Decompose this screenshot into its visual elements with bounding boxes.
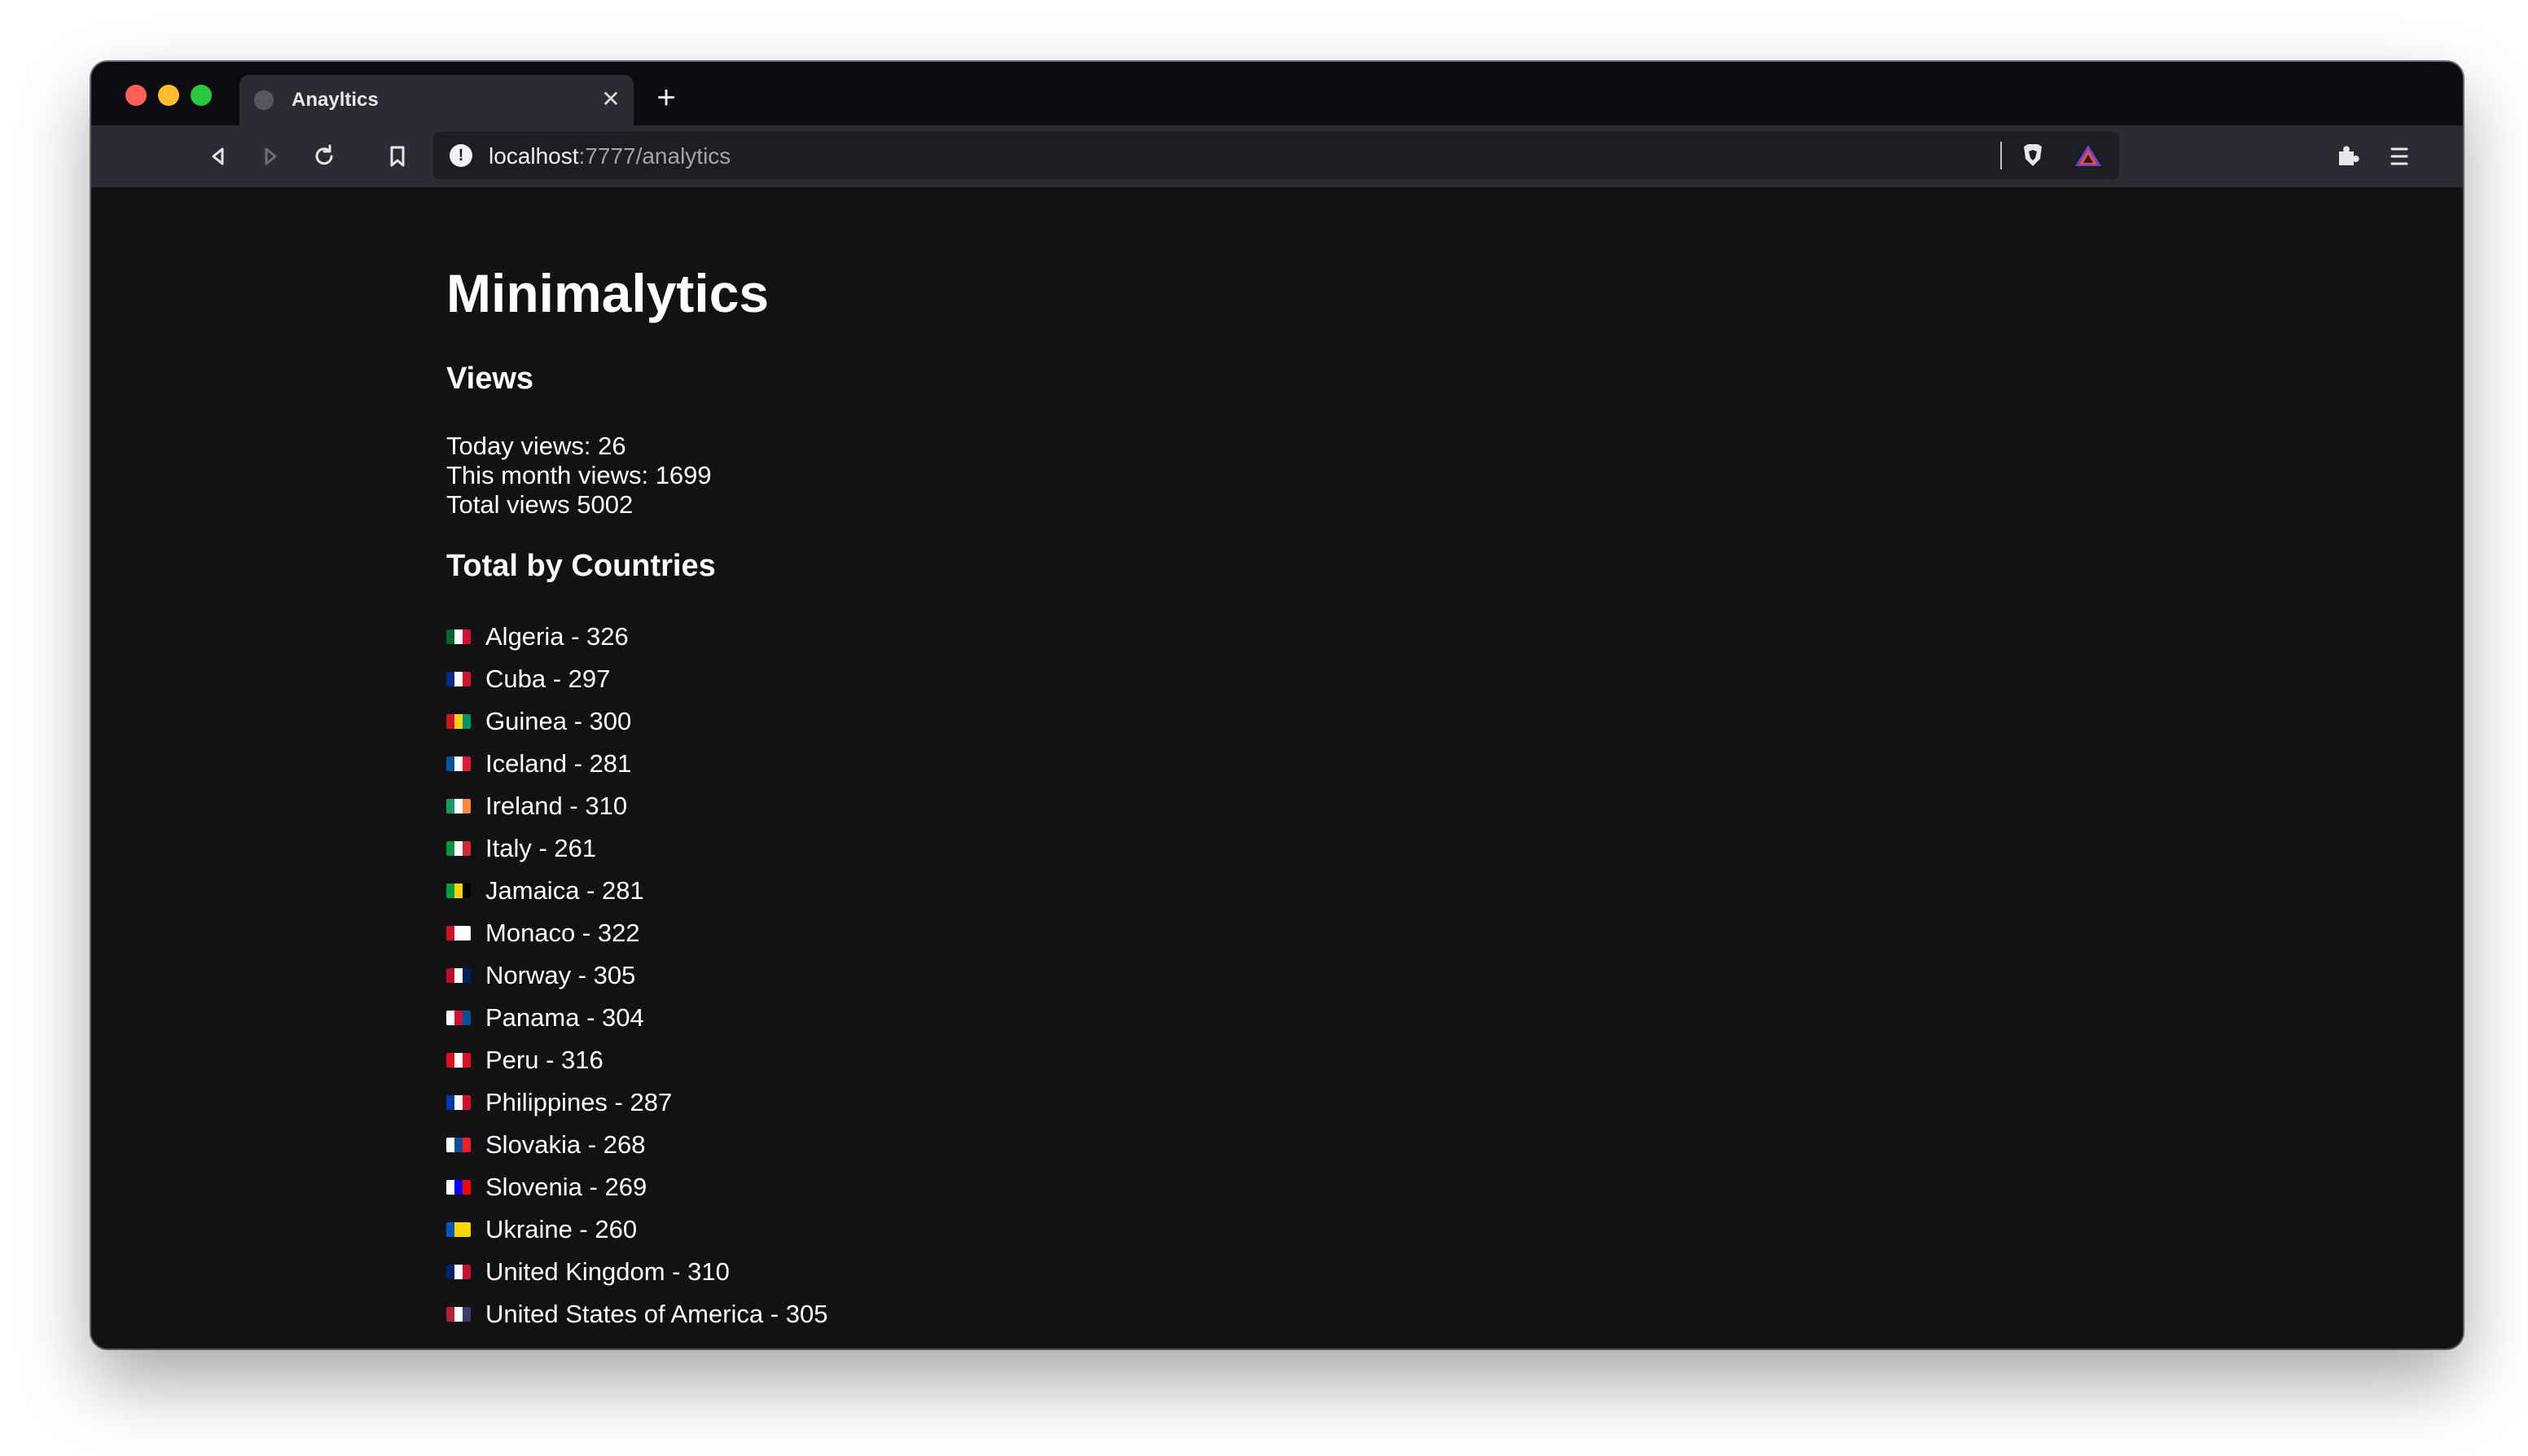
globe-icon (254, 90, 274, 110)
puzzle-icon (2339, 146, 2359, 165)
philippines-flag-icon (446, 1095, 471, 1110)
iceland-flag-icon (446, 757, 471, 771)
list-item: Guinea - 300 (446, 700, 827, 743)
list-item: Slovakia - 268 (446, 1124, 827, 1166)
country-label: United States of America - 305 (485, 1300, 828, 1328)
list-item: Ukraine - 260 (446, 1208, 827, 1251)
page-content: Minimalytics Views Today views: 26 This … (91, 187, 2463, 1349)
list-item: Monaco - 322 (446, 912, 827, 954)
country-label: Peru - 316 (485, 1046, 603, 1074)
page-title: Minimalytics (446, 263, 770, 323)
rewards-button[interactable] (2072, 141, 2104, 170)
list-item: United Kingdom - 310 (446, 1251, 827, 1293)
slovakia-flag-icon (446, 1138, 471, 1152)
bookmark-button[interactable] (378, 137, 417, 176)
extensions-button[interactable] (2328, 137, 2367, 176)
back-arrow-icon (212, 147, 224, 165)
address-bar[interactable]: ! localhost:7777/analytics (433, 132, 2119, 179)
reload-icon (315, 144, 333, 165)
title-bar: Anayltics ✕ + (91, 62, 2463, 125)
views-heading: Views (446, 362, 534, 396)
country-label: Slovakia - 268 (485, 1130, 646, 1159)
country-label: Ukraine - 260 (485, 1215, 638, 1243)
browser-tab[interactable]: Anayltics ✕ (239, 75, 634, 125)
list-item: Philippines - 287 (446, 1081, 827, 1124)
list-item: Ireland - 310 (446, 785, 827, 827)
new-tab-button[interactable]: + (648, 80, 684, 116)
country-label: United Kingdom - 310 (485, 1257, 730, 1286)
country-label: Italy - 261 (485, 834, 597, 862)
list-item: Italy - 261 (446, 827, 827, 870)
monaco-flag-icon (446, 926, 471, 941)
list-item: Cuba - 297 (446, 658, 827, 700)
list-item: Norway - 305 (446, 954, 827, 997)
address-divider (2000, 142, 2002, 169)
country-label: Slovenia - 269 (485, 1173, 647, 1201)
minimize-window-button[interactable] (158, 85, 179, 106)
list-item: United States of America - 305 (446, 1293, 827, 1335)
url-host: localhost (489, 143, 579, 169)
usa-flag-icon (446, 1307, 471, 1322)
forward-button[interactable] (251, 137, 290, 176)
country-label: Jamaica - 281 (485, 876, 644, 905)
country-label: Philippines - 287 (485, 1088, 673, 1116)
close-icon[interactable]: ✕ (596, 85, 625, 114)
rewards-triangle-icon (2075, 145, 2101, 166)
close-window-button[interactable] (125, 85, 147, 106)
info-icon[interactable]: ! (450, 144, 472, 167)
cuba-flag-icon (446, 672, 471, 686)
list-item: Panama - 304 (446, 997, 827, 1039)
ukraine-flag-icon (446, 1222, 471, 1237)
country-label: Algeria - 326 (485, 622, 629, 651)
forward-arrow-icon (265, 147, 277, 165)
uk-flag-icon (446, 1265, 471, 1279)
total-views: Total views 5002 (446, 490, 634, 519)
country-label: Guinea - 300 (485, 707, 632, 735)
list-item: Peru - 316 (446, 1039, 827, 1081)
menu-button[interactable] (2380, 137, 2419, 176)
list-item: Iceland - 281 (446, 743, 827, 785)
country-label: Iceland - 281 (485, 749, 632, 778)
country-label: Monaco - 322 (485, 919, 640, 947)
zoom-window-button[interactable] (191, 85, 212, 106)
views-stats: Today views: 26 This month views: 1699 T… (446, 432, 712, 520)
browser-window: Anayltics ✕ + ! localhost:7777/analytics (91, 62, 2463, 1349)
ireland-flag-icon (446, 799, 471, 814)
italy-flag-icon (446, 841, 471, 856)
today-views: Today views: 26 (446, 432, 626, 460)
url-path: :7777/analytics (578, 143, 731, 169)
country-label: Ireland - 310 (485, 792, 628, 820)
tab-title: Anayltics (292, 89, 379, 111)
hamburger-menu-icon (2390, 147, 2408, 165)
shield-icon (2024, 144, 2042, 166)
list-item: Slovenia - 269 (446, 1166, 827, 1208)
browser-toolbar: ! localhost:7777/analytics (91, 125, 2463, 187)
month-views: This month views: 1699 (446, 461, 712, 489)
brave-shield-button[interactable] (2018, 141, 2047, 170)
algeria-flag-icon (446, 629, 471, 644)
country-label: Cuba - 297 (485, 664, 611, 693)
back-button[interactable] (199, 137, 238, 176)
jamaica-flag-icon (446, 884, 471, 898)
list-item: Algeria - 326 (446, 616, 827, 658)
country-label: Norway - 305 (485, 961, 636, 989)
norway-flag-icon (446, 968, 471, 983)
bookmark-icon (390, 146, 405, 167)
url-text[interactable]: localhost:7777/analytics (489, 143, 731, 169)
guinea-flag-icon (446, 714, 471, 729)
list-item: Jamaica - 281 (446, 870, 827, 912)
panama-flag-icon (446, 1011, 471, 1025)
country-list: Algeria - 326 Cuba - 297 Guinea - 300 Icela… (446, 616, 827, 1335)
country-label: Panama - 304 (485, 1003, 644, 1032)
peru-flag-icon (446, 1053, 471, 1068)
slovenia-flag-icon (446, 1180, 471, 1195)
reload-button[interactable] (305, 137, 344, 176)
countries-heading: Total by Countries (446, 549, 716, 583)
